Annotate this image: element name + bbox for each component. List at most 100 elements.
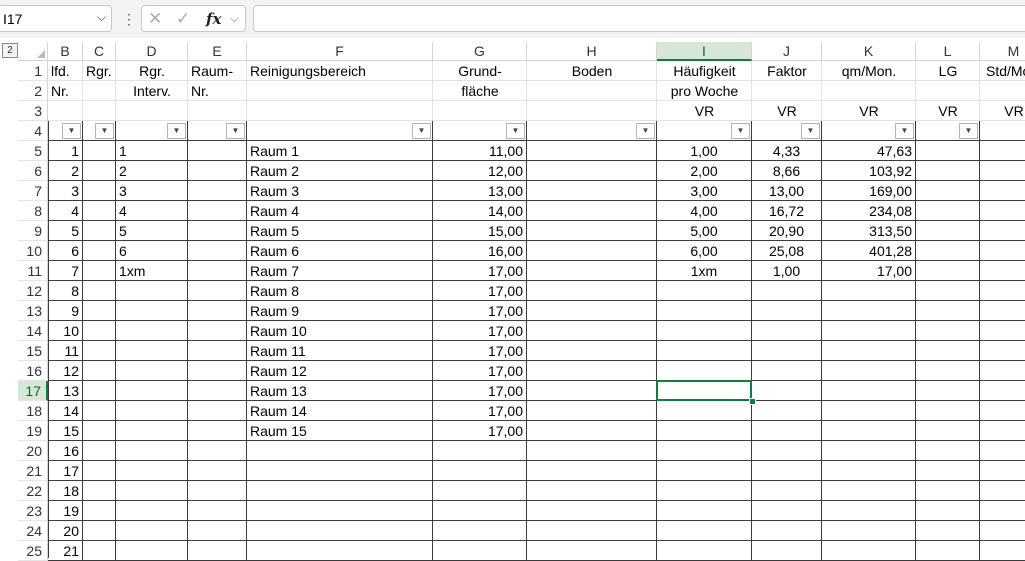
cell-m6[interactable] (980, 161, 1025, 181)
cell-m2[interactable] (980, 81, 1025, 101)
formula-input[interactable] (253, 5, 1025, 32)
cell-f4[interactable] (247, 121, 433, 141)
cell-k19[interactable] (822, 421, 916, 441)
cell-b10[interactable]: 6 (48, 241, 83, 261)
cell-m1[interactable]: Std/Mon. (980, 61, 1025, 81)
cell-d10[interactable]: 6 (116, 241, 188, 261)
cell-d3[interactable] (116, 101, 188, 121)
cell-b25[interactable]: 21 (48, 541, 83, 561)
cell-b14[interactable]: 10 (48, 321, 83, 341)
cell-i14[interactable] (657, 321, 752, 341)
filter-dropdown-d[interactable]: ▼ (167, 123, 186, 139)
column-header-h[interactable]: H (527, 42, 657, 61)
cell-c14[interactable] (83, 321, 116, 341)
cell-i23[interactable] (657, 501, 752, 521)
cell-d8[interactable]: 4 (116, 201, 188, 221)
outline-level-button[interactable]: 2 (2, 43, 18, 58)
check-icon[interactable]: ✓ (176, 9, 190, 29)
cell-e10[interactable] (188, 241, 247, 261)
cell-k20[interactable] (822, 441, 916, 461)
cell-l3[interactable]: VR (916, 101, 980, 121)
cell-j11[interactable]: 1,00 (752, 261, 822, 281)
cell-f10[interactable]: Raum 6 (247, 241, 433, 261)
cell-h6[interactable] (527, 161, 657, 181)
cell-l20[interactable] (916, 441, 980, 461)
row-header-15[interactable]: 15 (18, 341, 48, 361)
cell-e18[interactable] (188, 401, 247, 421)
cell-l1[interactable]: LG (916, 61, 980, 81)
cell-i2[interactable]: pro Woche (657, 81, 752, 101)
cell-b19[interactable]: 15 (48, 421, 83, 441)
row-header-9[interactable]: 9 (18, 221, 48, 241)
cell-h15[interactable] (527, 341, 657, 361)
cell-b15[interactable]: 11 (48, 341, 83, 361)
cell-e21[interactable] (188, 461, 247, 481)
column-header-d[interactable]: D (116, 42, 188, 61)
cell-i21[interactable] (657, 461, 752, 481)
cell-d14[interactable] (116, 321, 188, 341)
cell-i3[interactable]: VR (657, 101, 752, 121)
cell-m15[interactable] (980, 341, 1025, 361)
cell-e23[interactable] (188, 501, 247, 521)
cell-e24[interactable] (188, 521, 247, 541)
cell-g8[interactable]: 14,00 (433, 201, 527, 221)
column-header-g[interactable]: G (433, 42, 527, 61)
cell-g7[interactable]: 13,00 (433, 181, 527, 201)
cell-d20[interactable] (116, 441, 188, 461)
cell-l5[interactable] (916, 141, 980, 161)
column-header-i[interactable]: I (657, 42, 752, 61)
cell-c12[interactable] (83, 281, 116, 301)
cell-k6[interactable]: 103,92 (822, 161, 916, 181)
cell-l22[interactable] (916, 481, 980, 501)
cell-i16[interactable] (657, 361, 752, 381)
cell-f17[interactable]: Raum 13 (247, 381, 433, 401)
cell-l8[interactable] (916, 201, 980, 221)
cell-i5[interactable]: 1,00 (657, 141, 752, 161)
cell-k9[interactable]: 313,50 (822, 221, 916, 241)
cell-m13[interactable] (980, 301, 1025, 321)
cell-e1[interactable]: Raum- (188, 61, 247, 81)
cell-b18[interactable]: 14 (48, 401, 83, 421)
cell-m9[interactable] (980, 221, 1025, 241)
cell-b23[interactable]: 19 (48, 501, 83, 521)
column-header-k[interactable]: K (822, 42, 916, 61)
cell-l16[interactable] (916, 361, 980, 381)
cell-k8[interactable]: 234,08 (822, 201, 916, 221)
cell-i7[interactable]: 3,00 (657, 181, 752, 201)
cell-g20[interactable] (433, 441, 527, 461)
cell-j8[interactable]: 16,72 (752, 201, 822, 221)
cell-i20[interactable] (657, 441, 752, 461)
cell-c7[interactable] (83, 181, 116, 201)
cell-f16[interactable]: Raum 12 (247, 361, 433, 381)
cell-e20[interactable] (188, 441, 247, 461)
cell-e14[interactable] (188, 321, 247, 341)
cell-l23[interactable] (916, 501, 980, 521)
cell-c9[interactable] (83, 221, 116, 241)
cell-d18[interactable] (116, 401, 188, 421)
cell-j9[interactable]: 20,90 (752, 221, 822, 241)
cell-d19[interactable] (116, 421, 188, 441)
cell-k13[interactable] (822, 301, 916, 321)
cell-c1[interactable]: Rgr. (83, 61, 116, 81)
cell-j12[interactable] (752, 281, 822, 301)
cell-j14[interactable] (752, 321, 822, 341)
cell-m19[interactable] (980, 421, 1025, 441)
cell-j21[interactable] (752, 461, 822, 481)
row-header-10[interactable]: 10 (18, 241, 48, 261)
cell-d7[interactable]: 3 (116, 181, 188, 201)
cell-j3[interactable]: VR (752, 101, 822, 121)
cell-i6[interactable]: 2,00 (657, 161, 752, 181)
cell-b20[interactable]: 16 (48, 441, 83, 461)
cell-b7[interactable]: 3 (48, 181, 83, 201)
cell-d24[interactable] (116, 521, 188, 541)
cell-e12[interactable] (188, 281, 247, 301)
cell-j7[interactable]: 13,00 (752, 181, 822, 201)
cell-f7[interactable]: Raum 3 (247, 181, 433, 201)
row-header-17[interactable]: 17 (18, 381, 48, 401)
row-header-19[interactable]: 19 (18, 421, 48, 441)
column-header-l[interactable]: L (916, 42, 980, 61)
cell-e13[interactable] (188, 301, 247, 321)
cell-k14[interactable] (822, 321, 916, 341)
cell-h19[interactable] (527, 421, 657, 441)
row-header-22[interactable]: 22 (18, 481, 48, 501)
